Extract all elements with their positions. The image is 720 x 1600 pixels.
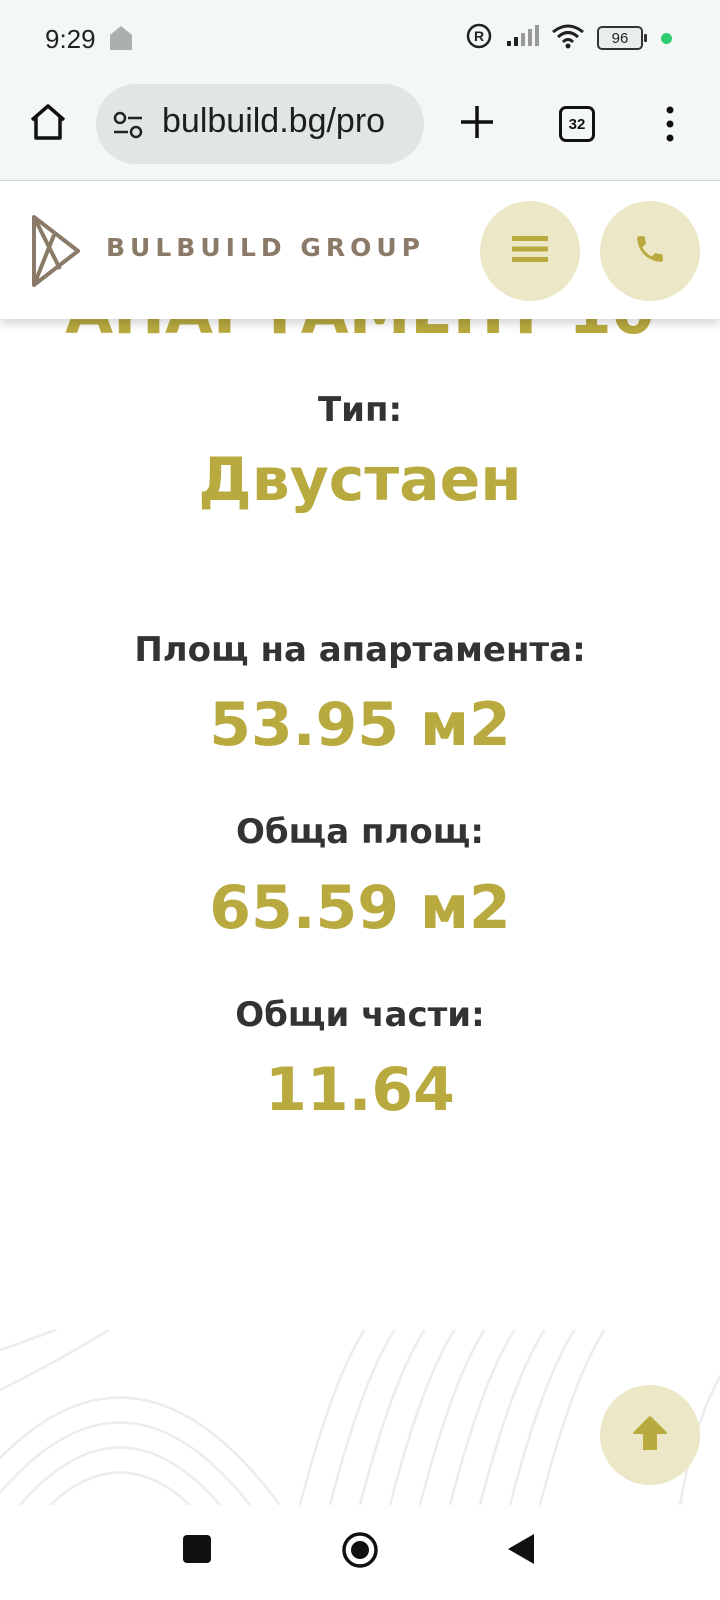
common-parts-value: 11.64 xyxy=(265,1055,455,1125)
scroll-to-top-button[interactable] xyxy=(600,1385,700,1485)
tab-switcher-button[interactable]: 32 xyxy=(559,106,595,142)
privacy-indicator-dot xyxy=(661,32,672,44)
type-value: Двустаен xyxy=(198,445,522,515)
back-icon[interactable] xyxy=(506,1532,536,1570)
home-circle-icon[interactable] xyxy=(340,1530,380,1574)
home-icon[interactable] xyxy=(26,100,70,144)
system-nav-bar xyxy=(0,1505,720,1600)
apartment-area-value: 53.95 м2 xyxy=(209,690,511,760)
hamburger-menu-icon xyxy=(512,234,548,268)
logo-text[interactable]: BULBUILD GROUP xyxy=(106,233,425,262)
site-settings-icon[interactable] xyxy=(112,110,144,144)
total-area-label: Обща площ: xyxy=(236,812,484,852)
more-vert-icon[interactable] xyxy=(660,104,680,144)
home-notification-icon xyxy=(108,24,134,56)
battery-icon: 96 xyxy=(597,26,647,50)
address-bar[interactable]: bulbuild.bg/pro xyxy=(96,84,424,164)
site-header: BULBUILD GROUP xyxy=(0,181,720,319)
svg-text:R: R xyxy=(474,28,484,44)
common-parts-label: Общи части: xyxy=(235,995,485,1035)
status-bar: 9:29 R 96 xyxy=(0,0,720,80)
browser-toolbar: bulbuild.bg/pro 32 xyxy=(0,80,720,181)
registered-icon: R xyxy=(465,22,493,54)
status-time: 9:29 xyxy=(45,24,96,54)
logo-mark-icon[interactable] xyxy=(30,213,82,293)
recents-icon[interactable] xyxy=(183,1535,211,1563)
status-icons: R 96 xyxy=(465,22,672,54)
plus-icon[interactable] xyxy=(455,100,499,144)
phone-button[interactable] xyxy=(600,201,700,301)
apartment-area-label: Площ на апартамента: xyxy=(134,630,586,670)
total-area-value: 65.59 м2 xyxy=(209,873,511,943)
arrow-up-icon xyxy=(628,1411,672,1459)
signal-icon xyxy=(505,24,539,52)
wifi-icon xyxy=(551,23,585,53)
hamburger-menu-button[interactable] xyxy=(480,201,580,301)
phone-icon xyxy=(633,232,667,270)
type-label: Тип: xyxy=(317,390,403,430)
url-text[interactable]: bulbuild.bg/pro xyxy=(162,102,385,141)
